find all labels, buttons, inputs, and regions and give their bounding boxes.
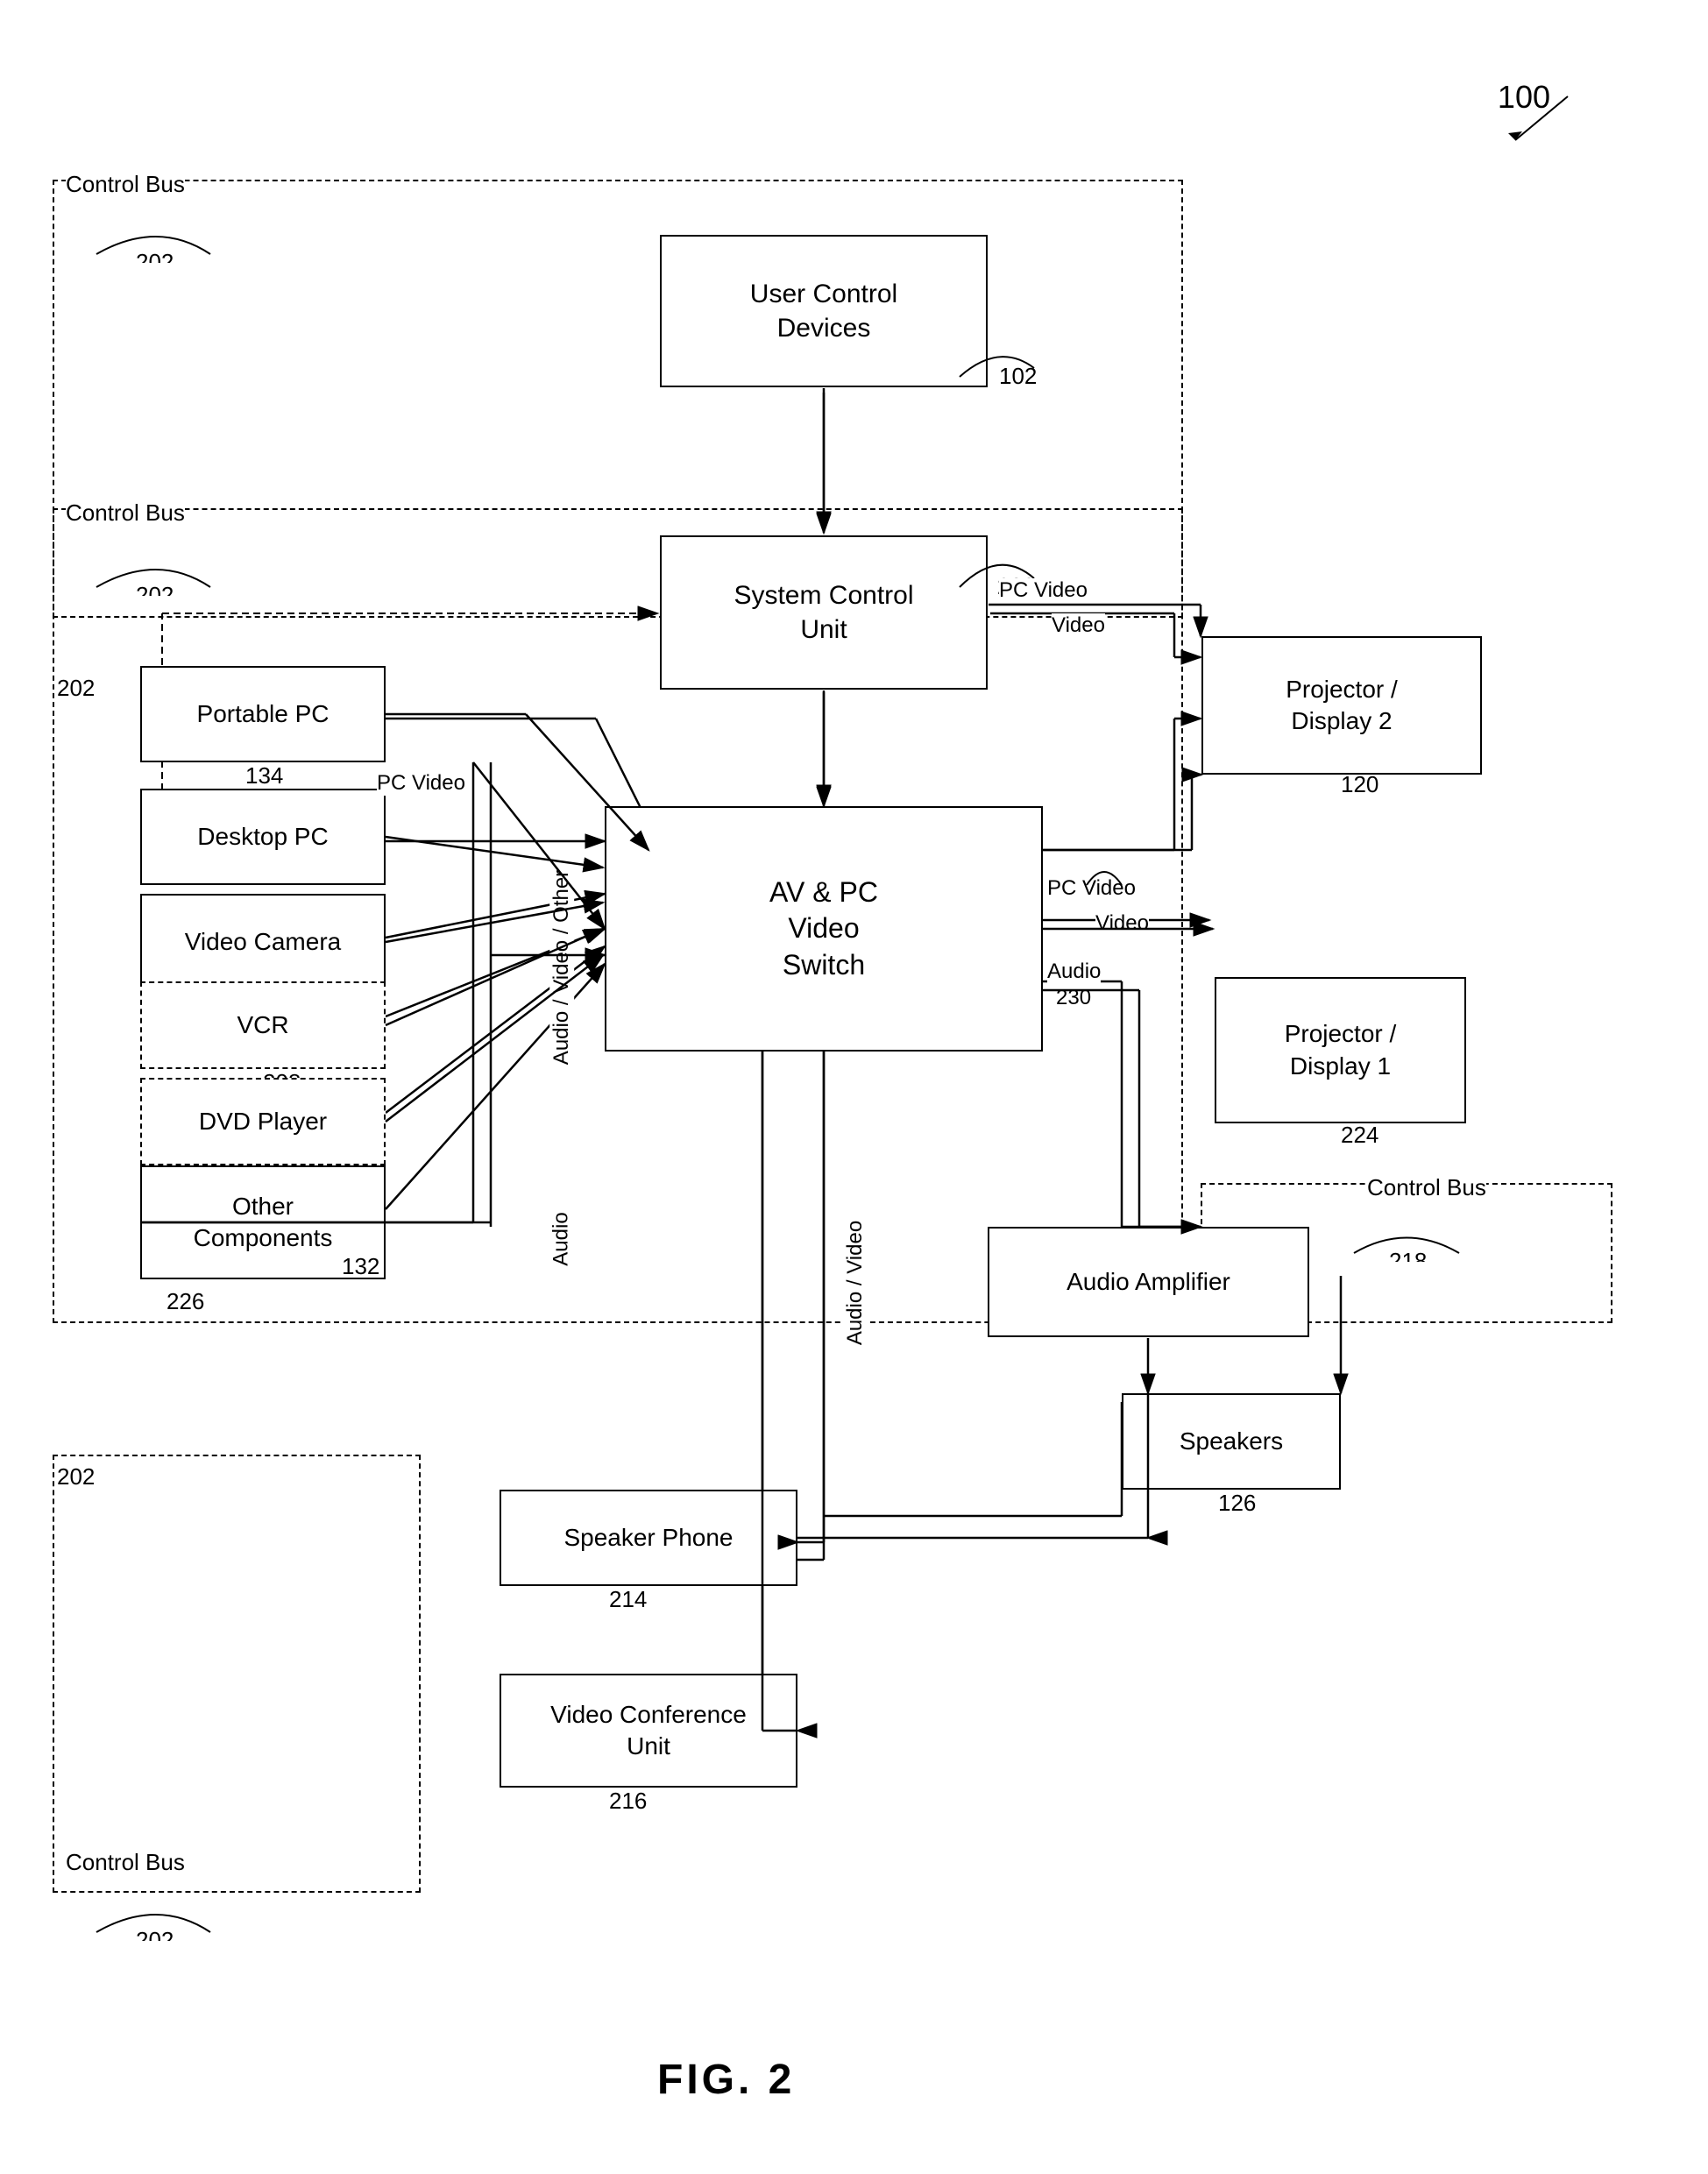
video-av-label: Video — [1095, 911, 1149, 936]
ref-216: 216 — [609, 1788, 647, 1815]
speakers-box: Speakers — [1122, 1393, 1341, 1490]
pc-video-scu-label: PC Video — [999, 578, 1088, 603]
audio-vertical-label: Audio — [549, 1212, 574, 1265]
user-control-devices-box: User ControlDevices — [660, 235, 988, 387]
speaker-phone-box: Speaker Phone — [500, 1490, 797, 1586]
dvd-player-box: DVD Player — [140, 1078, 386, 1165]
pc-video-av-label: PC Video — [1047, 876, 1136, 901]
pc-video-label-left: PC Video — [377, 771, 465, 796]
audio-video-right-label: Audio / Video — [843, 1221, 868, 1345]
vcr-box: VCR — [140, 981, 386, 1069]
audio-amp-label: Audio Amplifier — [1067, 1266, 1230, 1298]
ref-214: 214 — [609, 1586, 647, 1613]
audio-amp-box: Audio Amplifier — [988, 1227, 1309, 1337]
control-bus-bottom-region — [53, 1455, 421, 1893]
video-camera-label: Video Camera — [185, 926, 341, 958]
desktop-pc-box: Desktop PC — [140, 789, 386, 885]
ref-126: 126 — [1218, 1490, 1256, 1517]
projector1-box: Projector /Display 1 — [1215, 977, 1466, 1123]
speaker-phone-label: Speaker Phone — [563, 1522, 733, 1554]
figure-label: FIG. 2 — [657, 2056, 795, 2104]
ref-120: 120 — [1341, 771, 1378, 798]
video-conf-label: Video ConferenceUnit — [550, 1699, 747, 1763]
ref-202-left: 202 — [57, 675, 95, 702]
system-control-unit-box: System ControlUnit — [660, 535, 988, 690]
control-bus-top-label: Control Bus — [66, 171, 185, 198]
ref-102-curve: 102 — [955, 333, 1043, 386]
svg-text:102: 102 — [999, 363, 1037, 386]
speakers-label: Speakers — [1180, 1426, 1283, 1457]
svg-text:202: 202 — [136, 249, 174, 263]
portable-pc-label: Portable PC — [197, 698, 330, 730]
other-components-label: OtherComponents — [194, 1191, 333, 1255]
ref-132: 132 — [342, 1253, 379, 1280]
ref-134: 134 — [245, 762, 283, 790]
video-conf-box: Video ConferenceUnit — [500, 1674, 797, 1788]
control-bus-mid-curve: 202 — [88, 543, 219, 596]
svg-text:218: 218 — [1389, 1248, 1427, 1262]
control-bus-bottom-curve: 202 — [88, 1888, 219, 1941]
av-switch-box: AV & PCVideoSwitch — [605, 806, 1043, 1052]
vcr-label: VCR — [237, 1009, 288, 1041]
diagram: 100 Control Bus 202 Control Bus 202 202 … — [0, 0, 1708, 2174]
desktop-pc-label: Desktop PC — [197, 821, 328, 853]
ref-226: 226 — [167, 1288, 204, 1315]
projector2-box: Projector /Display 2 — [1201, 636, 1482, 775]
control-bus-audio-curve: 218 — [1350, 1218, 1463, 1262]
portable-pc-box: Portable PC — [140, 666, 386, 762]
ref-224: 224 — [1341, 1122, 1378, 1149]
ref-230: 230 — [1056, 986, 1091, 1010]
control-bus-bottom-label: Control Bus — [66, 1849, 185, 1876]
ref-202-bottom-top: 202 — [57, 1463, 95, 1491]
user-control-devices-label: User ControlDevices — [750, 277, 897, 345]
svg-text:202: 202 — [136, 1927, 174, 1941]
projector2-label: Projector /Display 2 — [1286, 674, 1398, 738]
system-control-unit-label: System ControlUnit — [734, 578, 913, 647]
control-bus-top-curve: 202 — [88, 210, 219, 263]
video-scu-label: Video — [1052, 613, 1105, 638]
dvd-player-label: DVD Player — [199, 1106, 327, 1137]
projector1-label: Projector /Display 1 — [1285, 1018, 1397, 1082]
control-bus-audio-label: Control Bus — [1367, 1174, 1486, 1201]
ref-100-arrow — [1489, 88, 1594, 158]
control-bus-mid-label: Control Bus — [66, 499, 185, 527]
svg-text:202: 202 — [136, 582, 174, 596]
audio-out-label: Audio — [1047, 960, 1101, 984]
video-camera-box: Video Camera — [140, 894, 386, 990]
audio-video-other-label: Audio / Video / Other — [549, 870, 574, 1065]
av-switch-label: AV & PCVideoSwitch — [769, 875, 878, 984]
